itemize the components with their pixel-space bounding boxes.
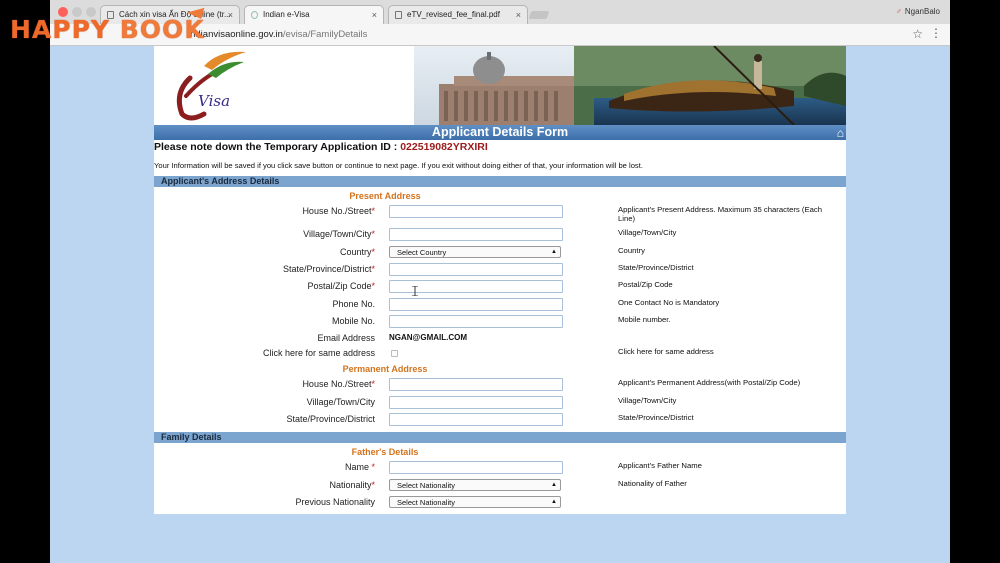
present-house-input[interactable]	[389, 205, 563, 218]
field-label: Village/Town/City*	[303, 229, 375, 239]
browser-tab-3[interactable]: eTV_revised_fee_final.pdf ×	[388, 5, 528, 24]
field-hint: Click here for same address	[618, 347, 714, 356]
tab-close-icon[interactable]: ×	[372, 6, 377, 24]
present-state-input[interactable]	[389, 263, 563, 276]
father-name-row: Name * Applicant's Father Name	[154, 460, 846, 476]
field-label: Email Address	[317, 333, 375, 343]
browser-menu-icon[interactable]: ⋮	[930, 26, 942, 40]
logo-text: Visa	[198, 92, 230, 110]
permanent-house-row: House No./Street* Applicant's Permanent …	[154, 377, 846, 393]
email-value: NGAN@GMAIL.COM	[389, 333, 468, 342]
form-page: Visa Applicant Details Form ⌂ Please not…	[154, 46, 846, 514]
field-hint: Village/Town/City	[618, 228, 677, 237]
field-label: Village/Town/City	[306, 397, 375, 407]
field-label: House No./Street*	[302, 206, 375, 216]
header-banner: Visa	[154, 46, 846, 125]
profile-button[interactable]: ♂ NganBalo	[896, 7, 940, 16]
permanent-city-input[interactable]	[389, 396, 563, 409]
field-label: Phone No.	[332, 299, 375, 309]
field-label: Nationality*	[329, 480, 375, 490]
form-title-bar: Applicant Details Form ⌂	[154, 125, 846, 140]
bookmark-star-icon[interactable]: ☆	[912, 27, 923, 41]
field-hint: State/Province/District	[618, 263, 694, 272]
text-cursor-icon	[412, 286, 418, 296]
field-hint: Nationality of Father	[618, 479, 687, 488]
form-title: Applicant Details Form	[431, 125, 569, 139]
select-arrows-icon: ▲	[551, 249, 557, 255]
tab-title: eTV_revised_fee_final.pdf	[407, 10, 500, 19]
field-hint: State/Province/District	[618, 413, 694, 422]
select-arrows-icon: ▲	[551, 499, 557, 505]
father-nationality-row: Nationality* Select Nationality ▲ Nationa…	[154, 478, 846, 494]
field-label: Mobile No.	[331, 316, 375, 326]
field-hint: Applicant's Present Address. Maximum 35 …	[618, 205, 822, 223]
field-label: House No./Street*	[302, 379, 375, 389]
field-hint: Country	[618, 246, 645, 255]
permanent-address-heading: Permanent Address	[342, 364, 428, 374]
banner-image	[154, 46, 846, 125]
field-label: Country*	[339, 247, 375, 257]
permanent-city-row: Village/Town/City Village/Town/City	[154, 395, 846, 411]
present-mobile-row: Mobile No. Mobile number.	[154, 314, 846, 330]
field-label: Previous Nationality	[295, 497, 375, 507]
document-icon	[395, 11, 402, 19]
home-icon[interactable]: ⌂	[837, 126, 844, 141]
family-section-header: Family Details	[154, 432, 846, 443]
temporary-id-line: Please note down the Temporary Applicati…	[154, 141, 488, 153]
field-hint: Applicant's Father Name	[618, 461, 702, 470]
permanent-state-row: State/Province/District State/Province/D…	[154, 412, 846, 428]
profile-name: NganBalo	[904, 7, 940, 16]
url-path: /evisa/FamilyDetails	[282, 29, 368, 40]
father-previous-nationality-select[interactable]: Select Nationality ▲	[389, 496, 561, 508]
field-hint: Postal/Zip Code	[618, 280, 673, 289]
field-hint: Village/Town/City	[618, 396, 677, 405]
same-address-row: Click here for same address Click here f…	[154, 346, 846, 362]
father-name-input[interactable]	[389, 461, 563, 474]
save-info-text: Your Information will be saved if you cl…	[154, 161, 643, 170]
select-arrows-icon: ▲	[551, 482, 557, 488]
tab-close-icon[interactable]: ×	[516, 6, 521, 24]
field-label: Name *	[344, 462, 375, 472]
field-label: State/Province/District	[286, 414, 375, 424]
evisa-logo: Visa	[164, 48, 254, 124]
field-hint: Mobile number.	[618, 315, 671, 324]
browser-tab-2[interactable]: Indian e-Visa ×	[244, 5, 384, 24]
watermark-part1: HAPPY	[10, 15, 120, 44]
father-previous-nationality-row: Previous Nationality Select Nationality ▲	[154, 495, 846, 511]
present-phone-row: Phone No. One Contact No is Mandatory	[154, 297, 846, 313]
field-label: Click here for same address	[262, 348, 375, 358]
field-label: State/Province/District*	[282, 264, 375, 274]
present-city-input[interactable]	[389, 228, 563, 241]
country-select[interactable]: Select Country ▲	[389, 246, 561, 258]
present-postal-row: Postal/Zip Code* Postal/Zip Code	[154, 279, 846, 295]
present-state-row: State/Province/District* State/Province/…	[154, 262, 846, 278]
phone-input[interactable]	[389, 298, 563, 311]
present-city-row: Village/Town/City* Village/Town/City	[154, 227, 846, 243]
permanent-state-input[interactable]	[389, 413, 563, 426]
profile-icon: ♂	[895, 7, 902, 16]
field-hint: Applicant's Permanent Address(with Posta…	[618, 378, 801, 387]
url-text[interactable]: indianvisaonline.gov.in/evisa/FamilyDeta…	[188, 29, 367, 40]
loading-icon	[251, 11, 258, 19]
email-row: Email Address NGAN@GMAIL.COM	[154, 331, 846, 347]
tab-title: Indian e-Visa	[263, 10, 310, 19]
page-viewport: Visa Applicant Details Form ⌂ Please not…	[50, 46, 950, 563]
field-label: Postal/Zip Code*	[307, 281, 375, 291]
mobile-input[interactable]	[389, 315, 563, 328]
father-nationality-select[interactable]: Select Nationality ▲	[389, 479, 561, 491]
permanent-house-input[interactable]	[389, 378, 563, 391]
present-address-heading: Present Address	[349, 191, 421, 201]
field-hint: One Contact No is Mandatory	[618, 298, 720, 307]
same-address-checkbox[interactable]	[391, 350, 398, 357]
temporary-id-label: Please note down the Temporary Applicati…	[154, 141, 398, 153]
tab-close-icon[interactable]: ×	[228, 6, 233, 24]
watermark-logo: HAPPY BOOK	[10, 15, 205, 44]
new-tab-button[interactable]	[528, 11, 550, 19]
temporary-id-value: 022519082YRXIRI	[400, 141, 488, 153]
present-house-row: House No./Street* Applicant's Present Ad…	[154, 204, 846, 223]
present-country-row: Country* Select Country ▲ Country	[154, 245, 846, 261]
father-details-heading: Father's Details	[351, 447, 419, 457]
address-section-header: Applicant's Address Details	[154, 176, 846, 187]
